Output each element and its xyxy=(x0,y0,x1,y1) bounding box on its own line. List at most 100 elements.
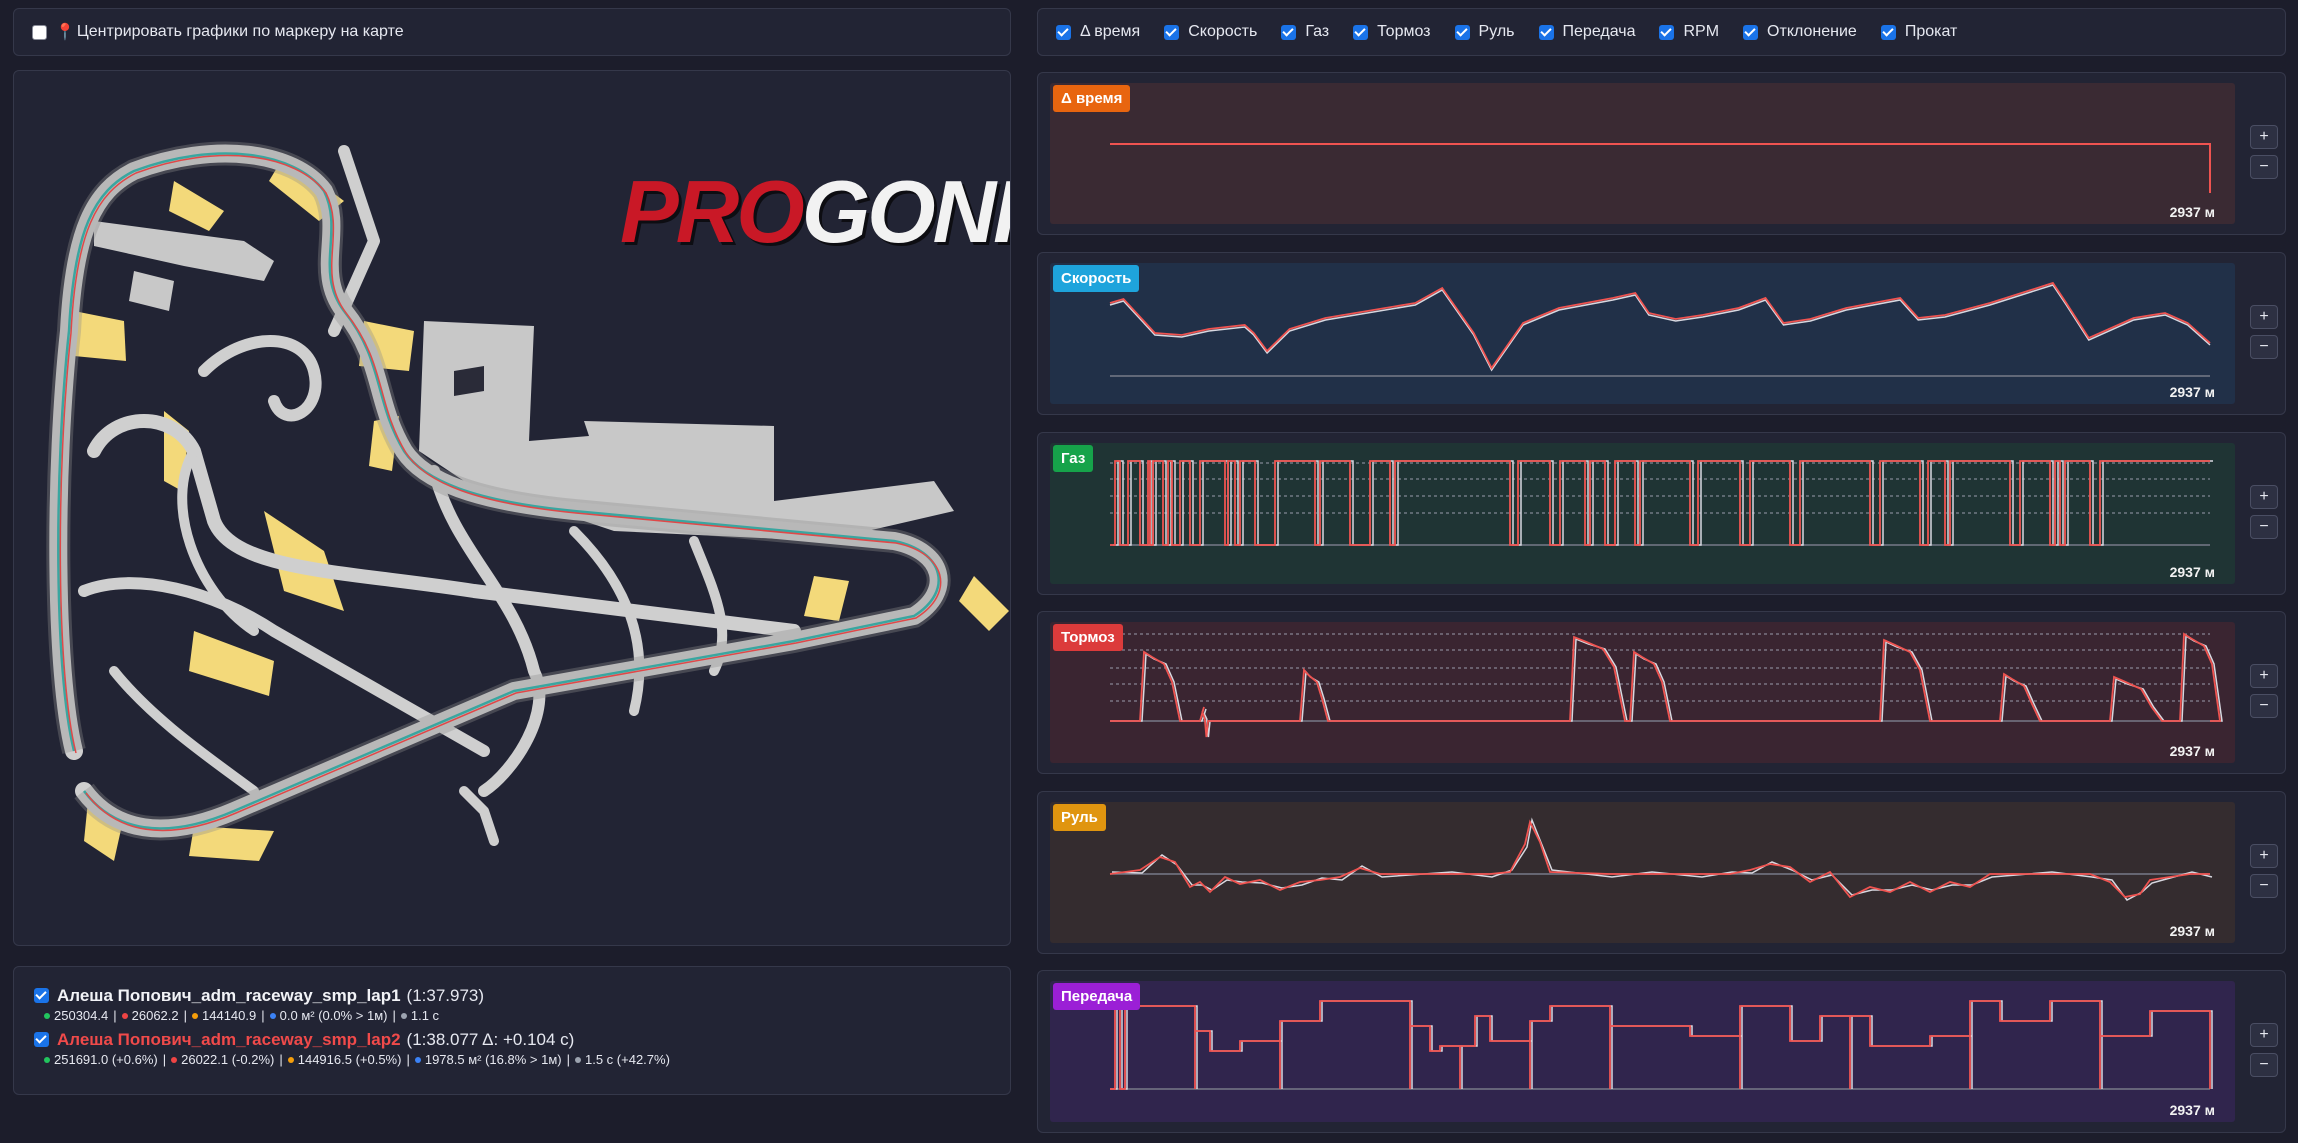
stat-dot-icon xyxy=(269,1012,276,1019)
channel-label: Скорость xyxy=(1188,23,1258,40)
zoom-out-button[interactable]: − xyxy=(2250,1053,2278,1077)
zoom-in-button[interactable]: + xyxy=(2250,844,2278,868)
channel-toggle[interactable]: Прокат xyxy=(1880,23,1958,41)
channel-label: Передача xyxy=(1562,23,1636,40)
chart-title-speed: Скорость xyxy=(1053,265,1140,292)
channel-toggle[interactable]: Δ время xyxy=(1056,23,1140,41)
chart-title-brake: Тормоз xyxy=(1053,624,1123,651)
channel-checkbox[interactable] xyxy=(1538,24,1554,40)
stat-dot-icon xyxy=(121,1012,128,1019)
zoom-out-button[interactable]: − xyxy=(2250,874,2278,898)
zoom-out-button[interactable]: − xyxy=(2250,155,2278,179)
center-charts-checkbox[interactable] xyxy=(32,24,47,40)
chart-panel-delta: 2937 мΔ время + − xyxy=(1037,72,2286,235)
chart-plot-gear xyxy=(1110,1000,2213,1090)
channel-label: RPM xyxy=(1683,23,1720,40)
speed-trace-lap1 xyxy=(1109,284,2211,372)
stat-separator: | xyxy=(183,1008,188,1023)
throttle-trace-lap1 xyxy=(1113,460,2213,546)
stat-separator: | xyxy=(279,1052,283,1067)
pin-icon: 📍 xyxy=(55,24,75,41)
zoom-in-button[interactable]: + xyxy=(2250,305,2278,329)
zoom-out-button[interactable]: − xyxy=(2250,694,2278,718)
channel-checkbox[interactable] xyxy=(1880,24,1896,40)
chart-area-speed[interactable]: 2937 м xyxy=(1050,263,2235,404)
stat-separator: | xyxy=(261,1008,265,1023)
stat-separator: | xyxy=(566,1052,570,1067)
channel-toggle[interactable]: Руль xyxy=(1454,23,1515,41)
stat-value: 26062.2 xyxy=(131,1008,179,1023)
stat-value: 1.1 с xyxy=(410,1008,440,1023)
stat-dot-icon xyxy=(44,1012,50,1019)
zoom-in-button[interactable]: + xyxy=(2250,125,2278,149)
chart-panel-speed: 2937 м Скорость + − xyxy=(1037,252,2286,415)
throttle-trace-lap2 xyxy=(1110,460,2210,546)
chart-plot-steering xyxy=(1109,817,2213,901)
channel-toggle[interactable]: Скорость xyxy=(1164,23,1257,41)
stat-dot-icon xyxy=(171,1056,178,1063)
speed-trace-lap2 xyxy=(1109,281,2211,370)
zoom-out-button[interactable]: − xyxy=(2250,335,2278,359)
stat-value: 1.5 с (+42.7%) xyxy=(585,1052,670,1067)
stat-value: 250304.4 xyxy=(54,1008,109,1023)
zoom-in-button[interactable]: + xyxy=(2250,1023,2278,1047)
track-map[interactable]: PROGONKi xyxy=(13,70,1011,946)
zoom-in-button[interactable]: + xyxy=(2250,664,2278,688)
stat-separator: | xyxy=(392,1008,396,1023)
channel-checkbox[interactable] xyxy=(1164,24,1180,40)
chart-area-steering[interactable]: 2937 м xyxy=(1050,802,2235,943)
lap-stats: 251691.0 (+0.6%) | 26022.1 (-0.2%) | 144916.… xyxy=(44,1050,1010,1069)
chart-panel-throttle: 2937 м Газ + − xyxy=(1037,432,2286,595)
stat-value: 0.0 м² (0.0% > 1м) xyxy=(279,1008,388,1023)
lap-name: Алеша Попович_adm_raceway_smp_lap2 xyxy=(57,1029,401,1049)
stat-dot-icon xyxy=(44,1056,50,1063)
channel-label: Газ xyxy=(1305,23,1330,40)
channel-toggle[interactable]: Отклонение xyxy=(1743,23,1857,41)
chart-area-gear[interactable]: 2937 м xyxy=(1050,981,2235,1122)
channel-toggles-bar: Δ время Скорость Газ Тормоз Руль Передача RPM О… xyxy=(1037,8,2286,56)
stat-value: 26022.1 (-0.2%) xyxy=(181,1052,275,1067)
chart-area-brake[interactable]: 2937 м xyxy=(1050,622,2235,763)
channel-toggle[interactable]: Передача xyxy=(1538,23,1636,41)
chart-title-throttle: Газ xyxy=(1053,445,1094,472)
stat-value: 251691.0 (+0.6%) xyxy=(54,1052,158,1067)
gear-trace-lap1 xyxy=(1110,1000,2213,1090)
stat-dot-icon xyxy=(192,1012,199,1019)
stat-dot-icon xyxy=(287,1056,294,1063)
stat-value: 1978.5 м² (16.8% > 1м) xyxy=(424,1052,562,1067)
lap-time: (1:37.973) xyxy=(406,985,485,1005)
channel-toggle[interactable]: RPM xyxy=(1659,23,1719,41)
lap-checkbox[interactable] xyxy=(34,1032,49,1047)
zoom-out-button[interactable]: − xyxy=(2250,515,2278,539)
channel-label: Прокат xyxy=(1904,23,1958,40)
map-options-bar: 📍 Центрировать графики по маркеру на кар… xyxy=(13,8,1011,56)
channel-toggle[interactable]: Газ xyxy=(1281,23,1329,41)
stat-dot-icon xyxy=(414,1056,421,1063)
channel-checkbox[interactable] xyxy=(1454,24,1470,40)
chart-panel-brake: 2937 м Тормоз + − xyxy=(1037,611,2286,774)
chart-plot-brake xyxy=(1110,632,2223,738)
lap-time: (1:38.077 Δ: +0.104 с) xyxy=(406,1029,575,1049)
lap-stats: 250304.4 | 26062.2 | 144140.9 | 0.0 м² (0.0% >… xyxy=(44,1006,1010,1025)
channel-label: Δ время xyxy=(1080,23,1141,40)
channel-checkbox[interactable] xyxy=(1353,24,1369,40)
chart-panel-steering: 2937 м Руль + − xyxy=(1037,791,2286,954)
chart-area-throttle[interactable]: 2937 м xyxy=(1050,443,2235,584)
center-charts-label: Центрировать графики по маркеру на карте xyxy=(76,23,404,40)
lap-row: Алеша Попович_adm_raceway_smp_lap1 (1:37.… xyxy=(34,985,1010,1006)
chart-title-gear: Передача xyxy=(1053,983,1141,1010)
stat-separator: | xyxy=(162,1052,167,1067)
channel-toggle[interactable]: Тормоз xyxy=(1353,23,1431,41)
channel-checkbox[interactable] xyxy=(1659,24,1675,40)
channel-checkbox[interactable] xyxy=(1281,24,1297,40)
chart-title-steering: Руль xyxy=(1053,804,1106,831)
chart-plot-speed xyxy=(1109,281,2211,377)
chart-area-delta[interactable]: 2937 м xyxy=(1050,83,2235,224)
channel-checkbox[interactable] xyxy=(1056,24,1071,40)
lap-checkbox[interactable] xyxy=(34,988,49,1003)
zoom-in-button[interactable]: + xyxy=(2250,485,2278,509)
chart-plot-delta xyxy=(1110,143,2211,193)
channel-label: Руль xyxy=(1478,23,1515,40)
channel-label: Тормоз xyxy=(1377,23,1431,40)
channel-checkbox[interactable] xyxy=(1743,24,1759,40)
